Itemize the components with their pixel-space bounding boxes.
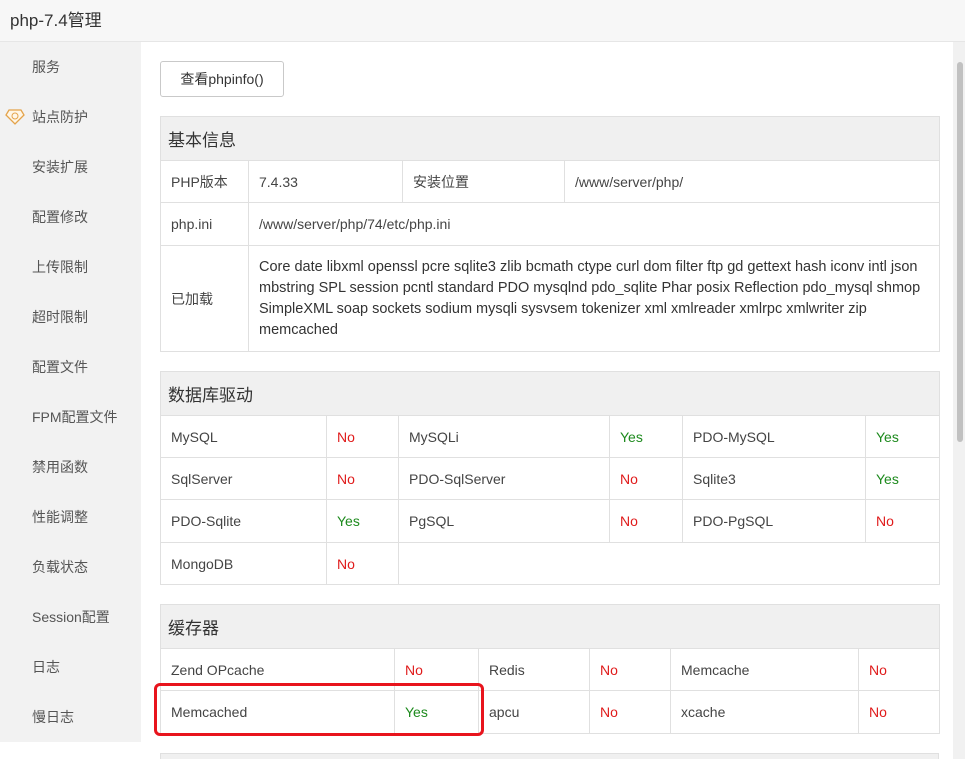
diamond-icon	[5, 109, 25, 125]
driver-status: No	[326, 457, 399, 500]
view-phpinfo-button[interactable]: 查看phpinfo()	[160, 61, 284, 97]
basic-info-table: 基本信息 PHP版本 7.4.33 安装位置 /www/server/php/ …	[160, 116, 940, 352]
cache-status: No	[858, 648, 940, 691]
cache-name: Zend OPcache	[160, 648, 395, 691]
sidebar-item-label: FPM配置文件	[32, 409, 118, 425]
sidebar-item-label: 上传限制	[32, 259, 88, 275]
loaded-extensions: Core date libxml openssl pcre sqlite3 zl…	[248, 245, 940, 352]
sidebar-item-label: 配置文件	[32, 359, 88, 375]
title-bar: php-7.4管理	[0, 0, 965, 42]
basic-info-header: 基本信息	[160, 116, 940, 161]
window-title: php-7.4管理	[10, 11, 102, 30]
db-driver-header: 数据库驱动	[159, 371, 941, 416]
sidebar-item-label: 日志	[32, 659, 60, 675]
cache-name: Memcache	[670, 648, 859, 691]
sidebar-item-label: 超时限制	[32, 309, 88, 325]
sidebar-item-label: 服务	[32, 59, 60, 75]
driver-name: SqlServer	[160, 457, 327, 500]
driver-status: Yes	[609, 415, 683, 458]
db-driver-table: 数据库驱动 MySQL No MySQLi Yes PDO-MySQL Yes …	[159, 371, 941, 585]
driver-status: No	[609, 499, 683, 543]
driver-status: Yes	[326, 499, 399, 543]
cache-header: 缓存器	[160, 604, 940, 649]
scrollbar-thumb[interactable]	[957, 62, 963, 442]
sidebar-item-timeout-limit[interactable]: 超时限制	[0, 292, 141, 342]
driver-name: MySQLi	[398, 415, 610, 458]
php-version-value: 7.4.33	[248, 160, 403, 203]
driver-name: PDO-PgSQL	[682, 499, 866, 543]
sidebar-item-label: 慢日志	[32, 709, 74, 725]
php-ini-value: /www/server/php/74/etc/php.ini	[248, 202, 940, 246]
driver-name: PDO-SqlServer	[398, 457, 610, 500]
cache-name: Memcached	[160, 690, 395, 734]
sidebar-item-log[interactable]: 日志	[0, 642, 141, 692]
install-path-label: 安装位置	[402, 160, 565, 203]
driver-name: PgSQL	[398, 499, 610, 543]
next-section-header	[160, 753, 939, 759]
driver-status: Yes	[864, 415, 941, 458]
cache-name: Redis	[478, 648, 590, 691]
driver-name: Sqlite3	[682, 457, 866, 500]
sidebar-item-label: Session配置	[32, 609, 110, 625]
sidebar-item-label: 配置修改	[32, 209, 88, 225]
sidebar-item-label: 禁用函数	[32, 459, 88, 475]
sidebar-item-site-protection[interactable]: 站点防护	[0, 92, 141, 142]
install-path-value: /www/server/php/	[564, 160, 940, 203]
sidebar-item-upload-limit[interactable]: 上传限制	[0, 242, 141, 292]
cache-status: No	[589, 648, 671, 691]
sidebar-item-slow-log[interactable]: 慢日志	[0, 692, 141, 742]
loaded-label: 已加载	[160, 245, 249, 352]
driver-name: PDO-MySQL	[682, 415, 866, 458]
sidebar-item-session[interactable]: Session配置	[0, 592, 141, 642]
sidebar-item-disabled-functions[interactable]: 禁用函数	[0, 442, 141, 492]
sidebar-item-fpm-config[interactable]: FPM配置文件	[0, 392, 141, 442]
sidebar: 服务 站点防护 安装扩展 配置修改 上传限制 超时限制 配置文件 FPM配置文件…	[0, 42, 141, 742]
sidebar-item-install-ext[interactable]: 安装扩展	[0, 142, 141, 192]
driver-name: PDO-Sqlite	[160, 499, 327, 543]
sidebar-item-config-edit[interactable]: 配置修改	[0, 192, 141, 242]
driver-name: MySQL	[160, 415, 327, 458]
cache-status: No	[858, 690, 940, 734]
driver-status: Yes	[864, 457, 941, 500]
sidebar-item-load-status[interactable]: 负载状态	[0, 542, 141, 592]
sidebar-item-config-file[interactable]: 配置文件	[0, 342, 141, 392]
driver-status: No	[864, 499, 941, 543]
cache-table: 缓存器 Zend OPcache No Redis No Memcache No…	[160, 604, 940, 734]
driver-name: MongoDB	[160, 542, 327, 585]
php-ini-label: php.ini	[160, 202, 249, 246]
driver-status: No	[326, 415, 399, 458]
cache-name: xcache	[670, 690, 859, 734]
driver-status: No	[326, 542, 399, 585]
cache-name: apcu	[478, 690, 590, 734]
sidebar-item-label: 安装扩展	[32, 159, 88, 175]
sidebar-item-label: 性能调整	[32, 509, 88, 525]
php-version-label: PHP版本	[160, 160, 249, 203]
empty-cell	[397, 542, 941, 585]
sidebar-item-label: 负载状态	[32, 559, 88, 575]
cache-status: Yes	[394, 690, 479, 734]
sidebar-item-performance[interactable]: 性能调整	[0, 492, 141, 542]
cache-status: No	[589, 690, 671, 734]
cache-status: No	[394, 648, 479, 691]
sidebar-item-label: 站点防护	[32, 109, 88, 125]
driver-status: No	[609, 457, 683, 500]
sidebar-item-service[interactable]: 服务	[0, 42, 141, 92]
